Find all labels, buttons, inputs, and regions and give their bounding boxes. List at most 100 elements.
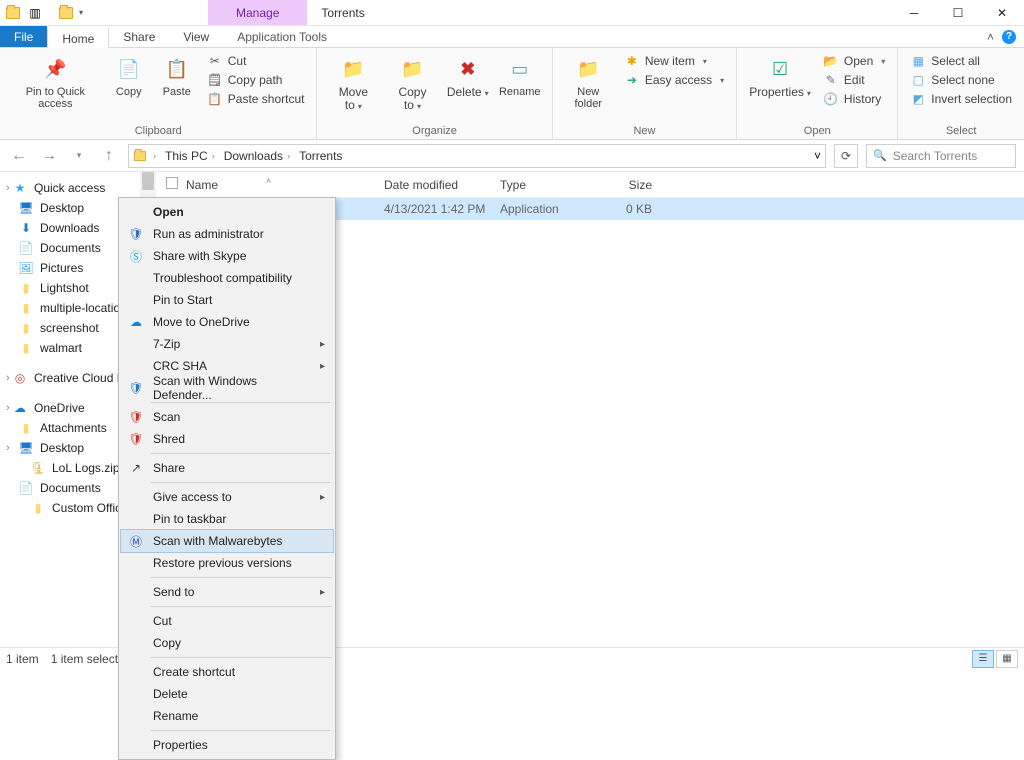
ctx-create-shortcut[interactable]: Create shortcut (121, 661, 333, 683)
paste-shortcut-icon (207, 91, 223, 107)
back-button[interactable]: ← (8, 145, 30, 167)
select-all-button[interactable]: Select all (906, 52, 1016, 70)
scrollbar-thumb[interactable] (142, 172, 154, 190)
icons-view-button[interactable]: ▦ (996, 650, 1018, 668)
col-type[interactable]: Type (500, 178, 598, 192)
history-button[interactable]: History (819, 90, 889, 108)
mcafee-icon (127, 430, 145, 448)
ctx-send-to[interactable]: Send to▸ (121, 581, 333, 603)
desktop-icon (18, 440, 34, 456)
copy-to-button[interactable]: Copy to▾ (385, 52, 439, 114)
ctx-copy[interactable]: Copy (121, 632, 333, 654)
folder-icon (18, 340, 34, 356)
ctx-defender[interactable]: Scan with Windows Defender... (121, 377, 333, 399)
maximize-button[interactable]: ☐ (936, 0, 980, 25)
minimize-button[interactable]: ─ (892, 0, 936, 25)
ctx-give-access[interactable]: Give access to▸ (121, 486, 333, 508)
ctx-delete[interactable]: Delete (121, 683, 333, 705)
cut-button[interactable]: Cut (203, 52, 309, 70)
edit-button[interactable]: Edit (819, 71, 889, 89)
ctx-share[interactable]: Share (121, 457, 333, 479)
search-placeholder: Search Torrents (893, 149, 978, 163)
zip-icon (30, 460, 46, 476)
ctx-open[interactable]: Open (121, 201, 333, 223)
ctx-malwarebytes[interactable]: Scan with Malwarebytes (121, 530, 333, 552)
ctx-properties[interactable]: Properties (121, 734, 333, 756)
nav-quick-access[interactable]: Quick access (0, 178, 155, 198)
move-to-button[interactable]: Move to▾ (325, 52, 381, 114)
delete-button[interactable]: Delete▾ (444, 52, 492, 101)
ctx-pin-start[interactable]: Pin to Start (121, 289, 333, 311)
desktop-icon (18, 200, 34, 216)
ctx-move-onedrive[interactable]: Move to OneDrive (121, 311, 333, 333)
copy-path-icon (207, 72, 223, 88)
copy-button[interactable]: Copy (107, 52, 151, 100)
ctx-share-skype[interactable]: Share with Skype (121, 245, 333, 267)
ctx-troubleshoot[interactable]: Troubleshoot compatibility (121, 267, 333, 289)
search-input[interactable]: Search Torrents (866, 144, 1016, 168)
paste-shortcut-button[interactable]: Paste shortcut (203, 90, 309, 108)
delete-icon (453, 54, 483, 84)
help-icon[interactable]: ? (1002, 30, 1016, 44)
properties-icon[interactable]: ▥ (26, 4, 44, 22)
window-title: Torrents (307, 0, 378, 25)
up-button[interactable]: ↑ (98, 145, 120, 167)
context-menu: Open Run as administrator Share with Sky… (118, 197, 336, 760)
new-item-button[interactable]: New item▾ (620, 52, 728, 70)
ctx-run-as-admin[interactable]: Run as administrator (121, 223, 333, 245)
group-label: Clipboard (8, 123, 308, 137)
pin-to-quick-access-button[interactable]: Pin to Quick access (8, 52, 103, 112)
tab-home[interactable]: Home (47, 27, 109, 48)
recent-locations-button[interactable]: ▾ (68, 145, 90, 167)
invert-selection-button[interactable]: Invert selection (906, 90, 1016, 108)
copy-icon (114, 54, 144, 84)
group-label: Select (906, 123, 1016, 137)
folder-icon (4, 4, 22, 22)
context-tab-manage[interactable]: Manage (208, 0, 307, 25)
properties-button[interactable]: Properties▾ (745, 52, 815, 101)
group-open: Properties▾ Open▾ Edit History Open (737, 48, 898, 139)
breadcrumb[interactable]: Torrents (296, 149, 345, 163)
tab-application-tools[interactable]: Application Tools (223, 26, 341, 47)
address-bar[interactable]: › This PC› Downloads› Torrents ˅ (128, 144, 826, 168)
breadcrumb[interactable]: This PC› (162, 149, 218, 163)
refresh-button[interactable] (834, 144, 858, 168)
share-icon (127, 459, 145, 477)
tab-file[interactable]: File (0, 26, 47, 47)
qat-dropdown[interactable]: ▾ (79, 8, 83, 17)
minimize-ribbon-icon[interactable]: ˄ (987, 30, 994, 44)
file-type: Application (500, 202, 598, 216)
folder-icon (18, 420, 34, 436)
group-new: New folder New item▾ Easy access▾ New (553, 48, 737, 139)
ctx-mcafee-scan[interactable]: Scan (121, 406, 333, 428)
history-icon (823, 91, 839, 107)
rename-button[interactable]: Rename (496, 52, 544, 100)
easy-access-button[interactable]: Easy access▾ (620, 71, 728, 89)
easy-access-icon (624, 72, 640, 88)
details-view-button[interactable]: ☰ (972, 650, 994, 668)
close-button[interactable]: ✕ (980, 0, 1024, 25)
ctx-pin-taskbar[interactable]: Pin to taskbar (121, 508, 333, 530)
copy-path-button[interactable]: Copy path (203, 71, 309, 89)
ctx-7zip[interactable]: 7-Zip▸ (121, 333, 333, 355)
shield-icon (127, 225, 145, 243)
breadcrumb[interactable]: Downloads› (221, 149, 293, 163)
col-name[interactable]: Name˄ (186, 178, 384, 192)
select-none-button[interactable]: Select none (906, 71, 1016, 89)
paste-button[interactable]: Paste (155, 52, 199, 100)
ctx-cut[interactable]: Cut (121, 610, 333, 632)
select-all-icon (910, 53, 926, 69)
col-date-modified[interactable]: Date modified (384, 178, 500, 192)
col-size[interactable]: Size (598, 178, 658, 192)
quick-access-toolbar: ▥ ▾ (0, 0, 96, 25)
ctx-mcafee-shred[interactable]: Shred (121, 428, 333, 450)
forward-button[interactable]: → (38, 145, 60, 167)
new-folder-button[interactable]: New folder (561, 52, 616, 112)
ctx-rename[interactable]: Rename (121, 705, 333, 727)
tab-view[interactable]: View (169, 26, 223, 47)
ctx-restore[interactable]: Restore previous versions (121, 552, 333, 574)
open-button[interactable]: Open▾ (819, 52, 889, 70)
tab-share[interactable]: Share (109, 26, 169, 47)
address-dropdown[interactable]: ˅ (814, 149, 821, 163)
address-bar-row: ← → ▾ ↑ › This PC› Downloads› Torrents ˅… (0, 140, 1024, 172)
